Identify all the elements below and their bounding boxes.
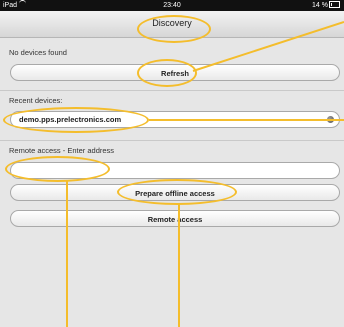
- battery-percent: 14 %: [312, 2, 328, 9]
- refresh-button[interactable]: Refresh: [10, 64, 340, 81]
- disclosure-dot-icon[interactable]: [327, 116, 334, 123]
- status-time: 23:40: [163, 2, 181, 9]
- navigation-bar: Discovery: [0, 11, 344, 38]
- divider: [0, 140, 344, 141]
- recent-device-item[interactable]: demo.pps.prelectronics.com: [10, 111, 340, 128]
- remote-access-button[interactable]: Remote access: [10, 210, 340, 227]
- battery-icon: [329, 1, 340, 8]
- status-bar: iPad 23:40 14 %: [0, 0, 344, 11]
- divider: [0, 90, 344, 91]
- recent-device-address: demo.pps.prelectronics.com: [19, 115, 122, 124]
- address-input[interactable]: [10, 162, 340, 179]
- prepare-offline-access-button[interactable]: Prepare offline access: [10, 184, 340, 201]
- annotation-line: [66, 181, 68, 327]
- status-battery: 14 %: [312, 0, 340, 11]
- recent-devices-label: Recent devices:: [9, 96, 63, 105]
- remote-access-label: Remote access - Enter address: [9, 146, 115, 155]
- page-title: Discovery: [152, 18, 192, 28]
- no-devices-text: No devices found: [9, 48, 67, 57]
